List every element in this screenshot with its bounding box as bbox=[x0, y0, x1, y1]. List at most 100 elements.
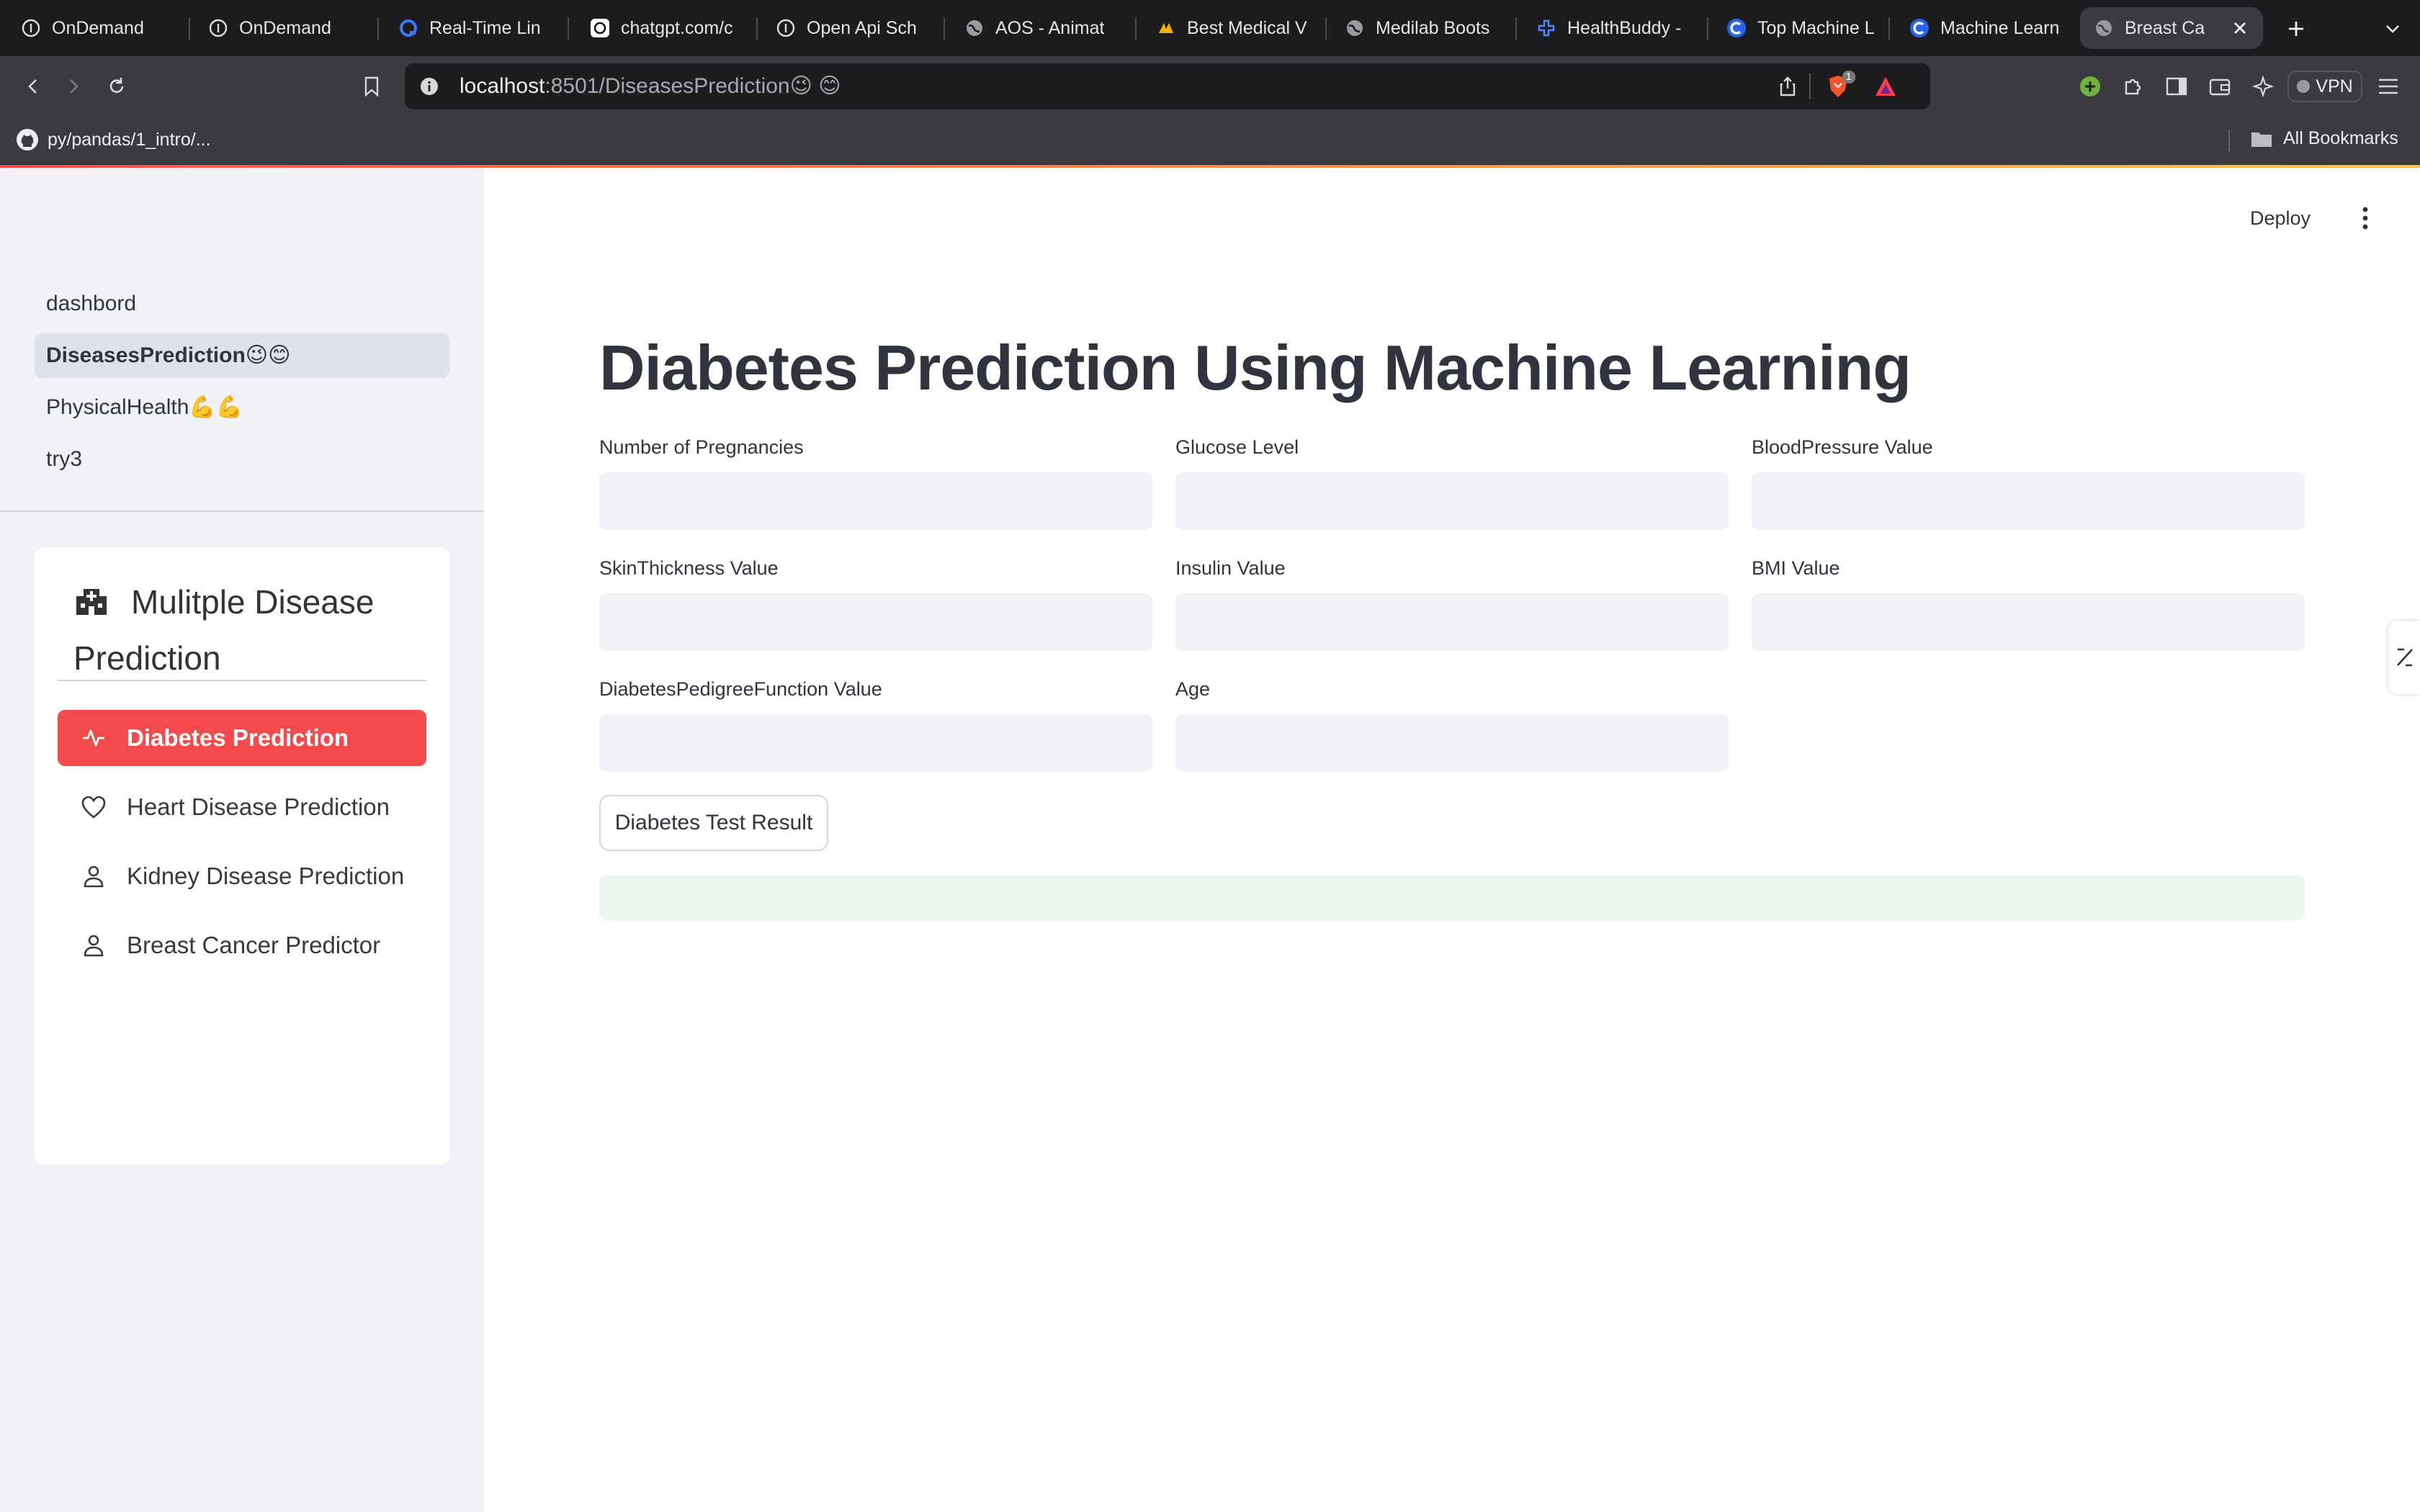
diabetes-test-result-button[interactable]: Diabetes Test Result bbox=[599, 795, 828, 851]
share-icon[interactable] bbox=[1773, 72, 1802, 101]
heart-icon bbox=[79, 793, 108, 822]
option-menu-title: Mulitple Disease Prediction bbox=[73, 576, 426, 684]
url-path: :8501/DiseasesPrediction😉 😊 bbox=[544, 74, 841, 98]
globe-icon bbox=[1344, 17, 1366, 39]
c-logo-icon bbox=[1726, 17, 1747, 39]
brand-icon bbox=[1155, 17, 1177, 39]
browser-tab[interactable]: Best Medical V bbox=[1142, 7, 1325, 49]
sidebar-nav-diseases-prediction[interactable]: DiseasesPrediction😉😊 bbox=[35, 333, 449, 378]
puzzle-icon[interactable] bbox=[2118, 71, 2149, 102]
folder-icon bbox=[2250, 130, 2273, 148]
info-icon bbox=[207, 17, 229, 39]
tab-title: HealthBuddy - bbox=[1567, 17, 1682, 38]
browser-tab[interactable]: Medilab Boots bbox=[1331, 7, 1514, 49]
tab-title: chatgpt.com/c bbox=[621, 17, 733, 38]
info-icon bbox=[775, 17, 797, 39]
browser-tab[interactable]: Top Machine L bbox=[1713, 7, 1896, 49]
tab-title: OnDemand bbox=[52, 17, 144, 38]
wallet-icon[interactable] bbox=[2204, 71, 2236, 102]
browser-tab-active[interactable]: Breast Ca bbox=[2080, 7, 2263, 49]
browser-tab[interactable]: OnDemand bbox=[194, 7, 375, 49]
tab-title: Best Medical V bbox=[1187, 17, 1307, 38]
browser-tab-bar: OnDemand OnDemand Real-Time Lin chatgpt.… bbox=[0, 0, 2420, 56]
tab-separator bbox=[756, 17, 758, 40]
tab-separator bbox=[377, 17, 379, 40]
bookmark-icon[interactable] bbox=[356, 71, 387, 102]
sidebar: dashbord DiseasesPrediction😉😊 PhysicalHe… bbox=[0, 168, 484, 1512]
menu-item-heart-disease-prediction[interactable]: Heart Disease Prediction bbox=[58, 779, 426, 835]
tab-separator bbox=[1888, 17, 1890, 40]
sidebar-nav-dashbord[interactable]: dashbord bbox=[35, 282, 449, 326]
sidebar-toggle-icon[interactable] bbox=[2161, 71, 2192, 102]
menu-item-label: Breast Cancer Predictor bbox=[127, 932, 381, 958]
url-divider bbox=[1809, 73, 1811, 99]
menu-item-kidney-disease-prediction[interactable]: Kidney Disease Prediction bbox=[58, 848, 426, 904]
pedigree-function-input[interactable] bbox=[599, 714, 1152, 772]
sidebar-nav-physical-health[interactable]: PhysicalHealth💪💪 bbox=[35, 385, 449, 430]
github-icon bbox=[16, 128, 39, 151]
kebab-menu-icon[interactable] bbox=[2352, 200, 2378, 236]
address-bar[interactable]: localhost:8501/DiseasesPrediction😉 😊 1 bbox=[405, 63, 1930, 109]
menu-item-label: Kidney Disease Prediction bbox=[127, 863, 405, 889]
person-icon bbox=[79, 862, 108, 891]
shield-badge: 1 bbox=[1842, 71, 1855, 84]
reload-icon[interactable] bbox=[101, 71, 133, 102]
deploy-button[interactable]: Deploy bbox=[2250, 199, 2311, 238]
browser-tab[interactable]: AOS - Animat bbox=[951, 7, 1134, 49]
browser-tab[interactable]: Machine Learn bbox=[1896, 7, 2079, 49]
field-label-skin-thickness: SkinThickness Value bbox=[599, 557, 779, 579]
forward-arrow-icon[interactable] bbox=[58, 71, 89, 102]
cross-icon bbox=[1536, 17, 1557, 39]
back-arrow-icon[interactable] bbox=[17, 71, 49, 102]
site-info-icon[interactable] bbox=[415, 72, 444, 101]
tab-separator bbox=[1707, 17, 1708, 40]
q-logo-icon bbox=[398, 17, 419, 39]
side-panel-handle[interactable] bbox=[2388, 621, 2420, 694]
tab-title: Machine Learn bbox=[1940, 17, 2060, 38]
brave-shield-icon[interactable]: 1 bbox=[1822, 71, 1855, 102]
browser-tab[interactable]: OnDemand bbox=[7, 7, 186, 49]
bmi-input[interactable] bbox=[1752, 593, 2305, 651]
all-bookmarks-button[interactable]: All Bookmarks bbox=[2250, 128, 2398, 149]
extension-add-icon[interactable] bbox=[2074, 71, 2106, 102]
age-input[interactable] bbox=[1175, 714, 1729, 772]
vpn-status-icon bbox=[2297, 80, 2311, 93]
browser-tab[interactable]: Real-Time Lin bbox=[385, 7, 565, 49]
close-tab-icon[interactable] bbox=[2230, 18, 2250, 38]
field-label-age: Age bbox=[1175, 678, 1211, 700]
url-host: localhost bbox=[460, 74, 545, 98]
browser-tab[interactable]: chatgpt.com/c bbox=[576, 7, 756, 49]
browser-tab[interactable]: Open Api Sch bbox=[762, 7, 942, 49]
tab-separator bbox=[1325, 17, 1327, 40]
leo-ai-icon[interactable] bbox=[2247, 71, 2279, 102]
menu-item-label: Heart Disease Prediction bbox=[127, 793, 390, 820]
pregnancies-input[interactable] bbox=[599, 472, 1152, 530]
brave-rewards-icon[interactable] bbox=[1871, 72, 1900, 101]
bookmarks-divider bbox=[2228, 130, 2230, 151]
globe-icon bbox=[964, 17, 985, 39]
sidebar-nav-try3[interactable]: try3 bbox=[35, 437, 449, 482]
menu-item-diabetes-prediction[interactable]: Diabetes Prediction bbox=[58, 710, 426, 766]
skin-thickness-input[interactable] bbox=[599, 593, 1152, 651]
tab-separator bbox=[568, 17, 569, 40]
tab-title: Top Machine L bbox=[1757, 17, 1875, 38]
option-menu: Mulitple Disease Prediction Diabetes Pre… bbox=[35, 547, 449, 1165]
tab-list-chevron-icon[interactable] bbox=[2378, 14, 2407, 43]
menu-item-breast-cancer-predictor[interactable]: Breast Cancer Predictor bbox=[58, 917, 426, 973]
result-success-box bbox=[599, 876, 2305, 920]
menu-item-label: Diabetes Prediction bbox=[127, 724, 349, 751]
vpn-button[interactable]: VPN bbox=[2287, 71, 2362, 102]
blood-pressure-input[interactable] bbox=[1752, 472, 2305, 530]
person-icon bbox=[79, 931, 108, 960]
browser-tab[interactable]: HealthBuddy - bbox=[1523, 7, 1706, 49]
bookmark-item[interactable]: py/pandas/1_intro/... bbox=[16, 128, 211, 151]
tab-separator bbox=[1515, 17, 1517, 40]
glucose-input[interactable] bbox=[1175, 472, 1729, 530]
hamburger-menu-icon[interactable] bbox=[2372, 71, 2404, 102]
new-tab-icon[interactable] bbox=[2282, 14, 2311, 43]
insulin-input[interactable] bbox=[1175, 593, 1729, 651]
tab-title: Open Api Sch bbox=[807, 17, 917, 38]
url-text[interactable]: localhost:8501/DiseasesPrediction😉 😊 bbox=[460, 63, 841, 109]
hospital-icon bbox=[73, 580, 109, 632]
field-label-pedigree: DiabetesPedigreeFunction Value bbox=[599, 678, 882, 700]
